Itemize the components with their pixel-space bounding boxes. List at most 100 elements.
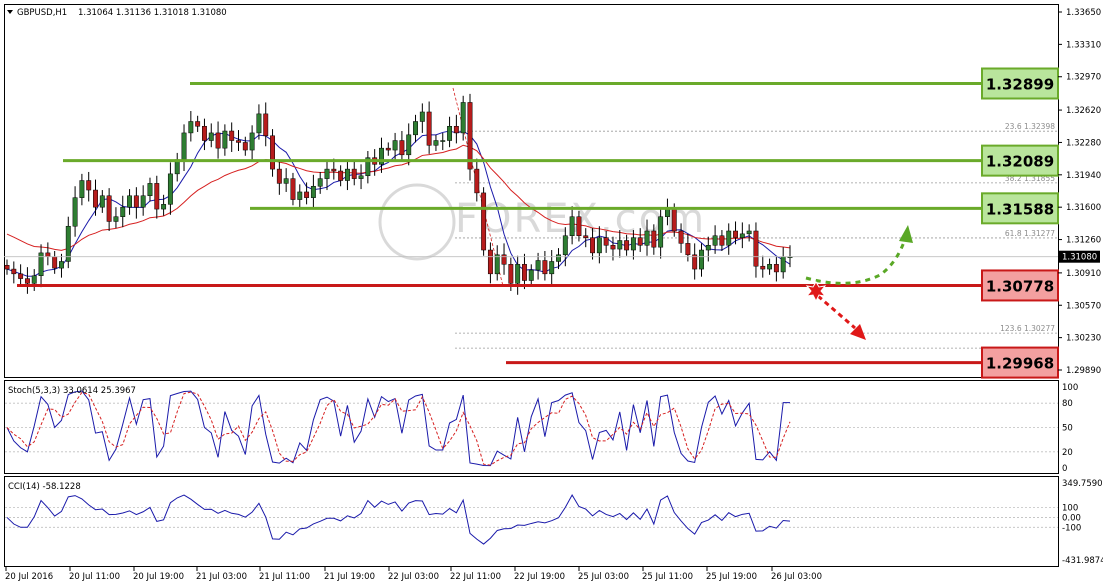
price-tick-label: 1.32620 xyxy=(1066,106,1101,116)
candle-bear xyxy=(576,216,582,236)
support-label: 1.30778 xyxy=(986,277,1054,295)
candle-bull xyxy=(705,245,711,251)
candle-bear xyxy=(202,126,207,141)
candle-bull xyxy=(644,230,650,246)
candle-bull xyxy=(406,134,412,156)
candle-bear xyxy=(195,121,201,127)
candle-bear xyxy=(304,191,310,198)
candle-bull xyxy=(413,121,418,136)
candle-bull xyxy=(249,132,255,151)
time-label: 22 Jul 03:00 xyxy=(388,572,439,582)
candle-bull xyxy=(79,180,85,198)
candle-bull xyxy=(222,130,228,149)
stoch-tick-label: 50 xyxy=(1062,424,1073,434)
candle-bear xyxy=(263,113,269,137)
price-tick-label: 1.31940 xyxy=(1066,171,1101,181)
candle-bear xyxy=(52,256,58,269)
candle-bull xyxy=(167,173,173,205)
price-tick-label: 1.33650 xyxy=(1066,8,1101,18)
fib-label: 123.6 1.30277 xyxy=(1000,324,1055,333)
candle-bear xyxy=(542,260,548,275)
candle-bear xyxy=(583,235,589,238)
candle-bull xyxy=(72,197,78,227)
time-label: 21 Jul 03:00 xyxy=(196,572,247,582)
candle-bull xyxy=(283,178,289,184)
candle-bear xyxy=(671,208,677,232)
candle-bull xyxy=(324,168,330,179)
time-label: 22 Jul 11:00 xyxy=(450,572,501,582)
candle-bull xyxy=(31,275,37,284)
fib-label: 61.8 1.31277 xyxy=(1005,229,1055,238)
candle-bull xyxy=(433,140,439,146)
chart-canvas[interactable]: FOREX.com 23.6 1.3239838.2 1.3185561.8 1… xyxy=(0,0,1103,588)
cci-tick-label: -100 xyxy=(1062,523,1081,533)
candle-bull xyxy=(447,126,453,141)
candle-bear xyxy=(508,264,514,284)
candle-bear xyxy=(4,265,10,270)
candle-bear xyxy=(685,243,691,256)
candle-bear xyxy=(426,111,432,146)
candle-bear xyxy=(678,230,684,244)
candle-bear xyxy=(18,273,24,279)
stoch-tick-label: 100 xyxy=(1062,383,1078,393)
candle-bull xyxy=(419,111,425,122)
fib-label: 23.6 1.32398 xyxy=(1005,122,1055,131)
candle-bull xyxy=(739,233,745,238)
candle-bear xyxy=(331,168,337,172)
candle-bull xyxy=(344,168,350,181)
candle-bull xyxy=(596,237,602,254)
candle-bear xyxy=(338,170,344,181)
candle-bull xyxy=(440,140,446,142)
price-tick-label: 1.32280 xyxy=(1066,138,1101,148)
candle-bear xyxy=(11,268,17,275)
candle-bull xyxy=(549,261,555,275)
time-label: 20 Jul 19:00 xyxy=(133,572,184,582)
time-label: 26 Jul 03:00 xyxy=(771,572,822,582)
candle-bear xyxy=(733,230,738,238)
candle-bull xyxy=(59,261,64,269)
candle-bull xyxy=(256,113,262,134)
candle-bear xyxy=(276,168,282,184)
candle-bull xyxy=(515,264,521,284)
candle-bull xyxy=(188,121,194,134)
chart-window[interactable]: FOREX.com 23.6 1.3239838.2 1.3185561.8 1… xyxy=(0,0,1103,588)
candle-bull xyxy=(780,256,786,273)
candle-bear xyxy=(242,142,248,151)
candle-bull xyxy=(617,240,623,250)
candle-bull xyxy=(767,264,773,270)
resistance-label: 1.31588 xyxy=(986,200,1054,218)
candle-bear xyxy=(236,140,241,143)
candle-bear xyxy=(773,264,779,273)
candle-bear xyxy=(753,230,759,267)
cci-label: CCI(14) -58.1228 xyxy=(8,482,81,492)
candle-bear xyxy=(481,192,487,251)
candle-bear xyxy=(590,237,595,254)
candle-bull xyxy=(699,249,704,270)
candle-bear xyxy=(24,278,30,284)
candle-bear xyxy=(270,135,275,170)
stoch-tick-label: 80 xyxy=(1062,399,1073,409)
candle-bear xyxy=(154,183,160,210)
candle-bull xyxy=(147,183,153,197)
candle-bull xyxy=(712,235,718,246)
candle-bear xyxy=(624,240,630,251)
stoch-tick-label: 0 xyxy=(1062,464,1067,474)
price-tick-label: 1.29890 xyxy=(1066,366,1101,376)
symbol-label: GBPUSD,H1 xyxy=(17,8,67,18)
candle-bull xyxy=(358,175,364,179)
candle-bear xyxy=(45,252,51,257)
candle-bear xyxy=(399,140,405,156)
candle-bull xyxy=(494,254,500,275)
candle-bull xyxy=(140,195,146,208)
candle-bear xyxy=(351,168,357,179)
resistance-label: 1.32899 xyxy=(986,76,1054,94)
price-tick-label: 1.30230 xyxy=(1066,334,1101,344)
candle-bull xyxy=(113,216,119,222)
price-tick-label: 1.30910 xyxy=(1066,269,1101,279)
candle-bear xyxy=(467,102,473,170)
cci-tick-label: 0.00 xyxy=(1062,513,1081,523)
support-label: 1.29968 xyxy=(986,355,1054,373)
time-label: 21 Jul 19:00 xyxy=(324,572,375,582)
candle-bull xyxy=(528,269,534,281)
candle-bear xyxy=(651,230,657,248)
